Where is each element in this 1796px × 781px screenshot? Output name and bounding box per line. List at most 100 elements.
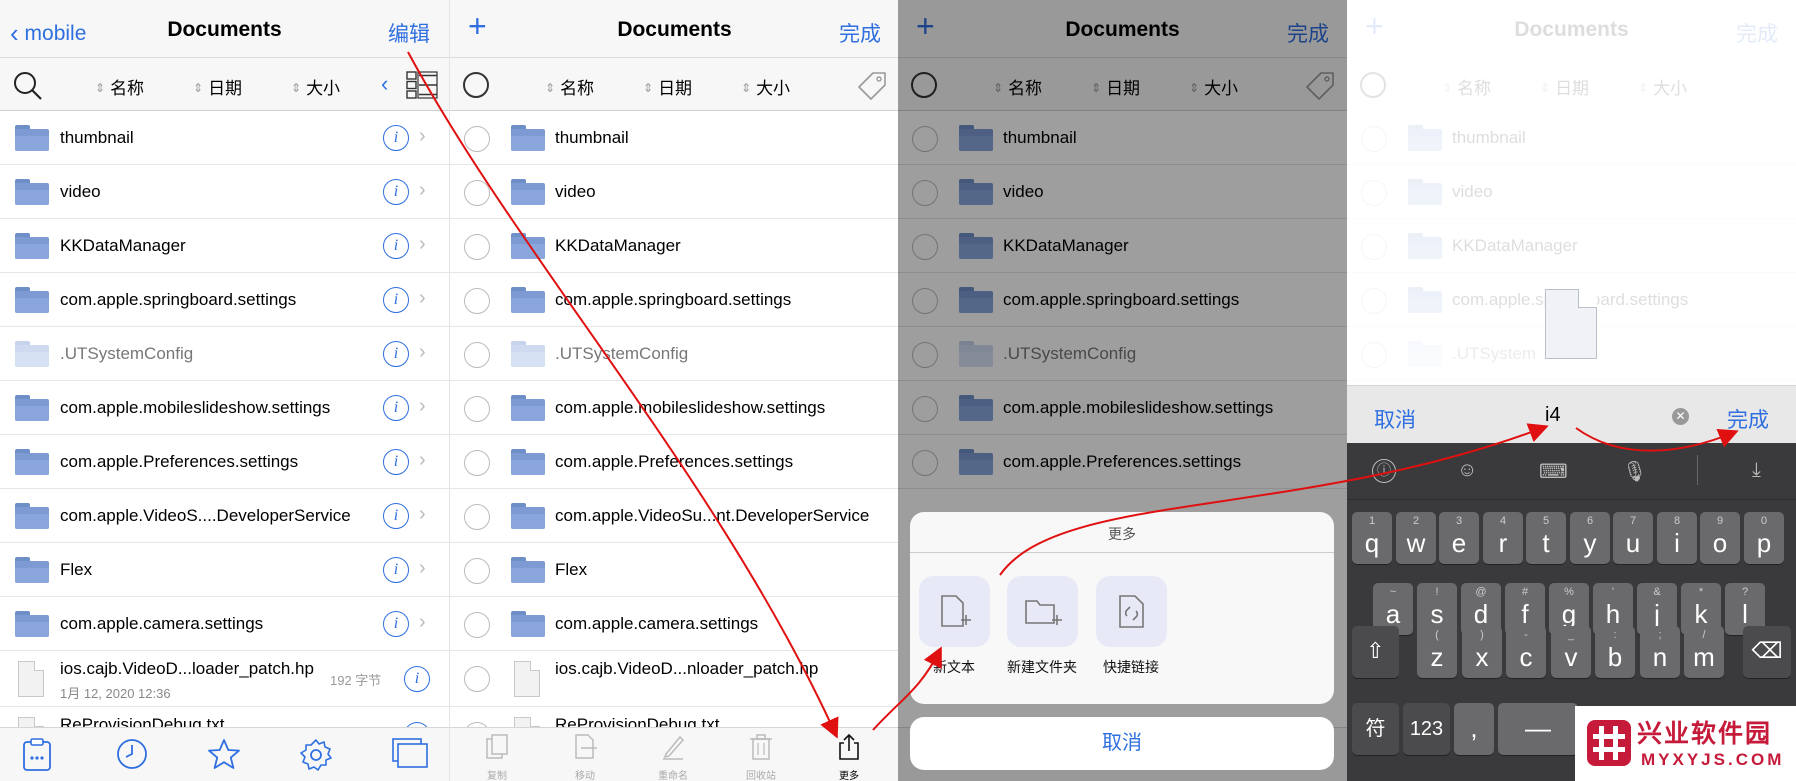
sort-date[interactable]: ⇕ 日期	[643, 74, 692, 99]
list-item[interactable]: video	[1347, 165, 1796, 219]
list-item[interactable]: Flex	[450, 543, 898, 597]
rename-button[interactable]: 重命名	[643, 734, 703, 781]
filename-input[interactable]: i4	[1545, 404, 1561, 427]
key-m[interactable]: / m	[1684, 626, 1724, 678]
list-item[interactable]: com.apple.VideoSu...nt.DeveloperService	[450, 489, 898, 543]
list-item[interactable]: com.apple.mobileslideshow.settings i ›	[0, 381, 449, 435]
hide-keyboard-icon[interactable]: ⤓	[1752, 459, 1761, 482]
edit-button[interactable]: 编辑	[388, 18, 430, 48]
key-v[interactable]: _ v	[1551, 626, 1591, 678]
list-item[interactable]: com.apple.camera.settings	[450, 597, 898, 651]
info-icon[interactable]: i	[404, 666, 430, 692]
key-y[interactable]: 6y	[1570, 512, 1610, 564]
list-item[interactable]: .UTSystemConfig i ›	[0, 327, 449, 381]
key-p[interactable]: 0p	[1744, 512, 1784, 564]
chevron-left-icon[interactable]: ‹	[381, 71, 388, 97]
key-c[interactable]: -c	[1506, 626, 1546, 678]
select-checkbox[interactable]	[1361, 180, 1387, 206]
select-checkbox[interactable]	[464, 558, 490, 584]
select-checkbox[interactable]	[1361, 288, 1387, 314]
select-checkbox[interactable]	[464, 234, 490, 260]
info-icon[interactable]: i	[383, 125, 409, 151]
windows-icon[interactable]	[392, 738, 428, 768]
list-item[interactable]: KKDataManager	[1347, 219, 1796, 273]
list-item[interactable]: .UTSystemConfig	[450, 327, 898, 381]
info-icon[interactable]: i	[383, 557, 409, 583]
copy-button[interactable]: 复制	[467, 734, 527, 781]
key-q[interactable]: 1q	[1352, 512, 1392, 564]
list-item[interactable]: video i ›	[0, 165, 449, 219]
shortcut-link-action[interactable]: 快捷链接	[1091, 576, 1171, 677]
select-checkbox[interactable]	[464, 504, 490, 530]
info-icon[interactable]: i	[383, 341, 409, 367]
key-e[interactable]: 3e	[1439, 512, 1479, 564]
keyboard-icon[interactable]: ⌨	[1539, 459, 1568, 484]
settings-gear-icon[interactable]	[299, 738, 333, 772]
select-checkbox[interactable]	[464, 126, 490, 152]
list-item[interactable]: com.apple.VideoS....DeveloperService i ›	[0, 489, 449, 543]
space-key[interactable]: ―	[1498, 703, 1578, 755]
select-checkbox[interactable]	[1361, 126, 1387, 152]
new-text-action[interactable]: 新文本	[914, 576, 994, 677]
move-button[interactable]: 移动	[555, 734, 615, 781]
key-w[interactable]: 2w	[1396, 512, 1436, 564]
list-item[interactable]: ios.cajb.VideoD...nloader_patch.hp	[450, 651, 898, 707]
key-b[interactable]: :b	[1595, 626, 1635, 678]
key-n[interactable]: ; n	[1640, 626, 1680, 678]
sort-date[interactable]: ⇕ 日期	[193, 74, 242, 99]
key-r[interactable]: 4r	[1483, 512, 1523, 564]
clear-icon[interactable]: ✕	[1672, 408, 1689, 425]
list-item[interactable]: com.apple.springboard.settings	[450, 273, 898, 327]
info-icon[interactable]: i	[383, 611, 409, 637]
list-item[interactable]: com.apple.springboard.settings i ›	[0, 273, 449, 327]
list-item[interactable]: KKDataManager	[450, 219, 898, 273]
recent-clock-icon[interactable]	[116, 738, 148, 770]
clipboard-icon[interactable]	[22, 738, 52, 772]
select-checkbox[interactable]	[1361, 342, 1387, 368]
list-item[interactable]: thumbnail i ›	[0, 111, 449, 165]
more-button[interactable]: 更多	[819, 733, 879, 781]
tag-icon[interactable]	[857, 71, 887, 101]
done-button[interactable]: 完成	[839, 18, 881, 48]
key-i[interactable]: 8i	[1657, 512, 1697, 564]
sort-name[interactable]: ⇕ 名称	[545, 74, 594, 99]
list-item[interactable]: Flex i ›	[0, 543, 449, 597]
select-checkbox[interactable]	[464, 288, 490, 314]
select-checkbox[interactable]	[464, 666, 490, 692]
new-folder-action[interactable]: 新建文件夹	[1002, 576, 1082, 677]
shift-key[interactable]: ⇧	[1352, 626, 1399, 678]
list-item[interactable]: thumbnail	[450, 111, 898, 165]
select-checkbox[interactable]	[464, 342, 490, 368]
comma-key[interactable]: ,	[1454, 703, 1494, 755]
info-icon[interactable]: i	[383, 503, 409, 529]
key-u[interactable]: 7u	[1613, 512, 1653, 564]
info-icon[interactable]: i	[383, 233, 409, 259]
sheet-cancel-button[interactable]: 取消	[910, 717, 1334, 770]
list-item[interactable]: com.apple.Preferences.settings i ›	[0, 435, 449, 489]
favorites-star-icon[interactable]	[207, 738, 241, 770]
emoji-icon[interactable]: ☺	[1457, 459, 1477, 482]
list-view-icon[interactable]	[406, 71, 438, 99]
info-icon[interactable]: i	[383, 179, 409, 205]
select-checkbox[interactable]	[464, 180, 490, 206]
key-o[interactable]: 9o	[1700, 512, 1740, 564]
ime-logo-icon[interactable]: ⓘ	[1372, 459, 1396, 483]
key-x[interactable]: ) x	[1462, 626, 1502, 678]
input-cancel-button[interactable]: 取消	[1374, 404, 1416, 434]
key-t[interactable]: 5t	[1526, 512, 1566, 564]
sort-name[interactable]: ⇕ 名称	[95, 74, 144, 99]
key-z[interactable]: (z	[1417, 626, 1457, 678]
symbol-key[interactable]: 符	[1352, 703, 1399, 755]
search-icon[interactable]	[12, 70, 44, 102]
info-icon[interactable]: i	[383, 449, 409, 475]
select-checkbox[interactable]	[464, 612, 490, 638]
select-checkbox[interactable]	[464, 396, 490, 422]
trash-button[interactable]: 回收站	[731, 734, 791, 781]
sort-size[interactable]: ⇕ 大小	[741, 74, 790, 99]
list-item[interactable]: video	[450, 165, 898, 219]
list-item[interactable]: com.apple.camera.settings i ›	[0, 597, 449, 651]
info-icon[interactable]: i	[383, 395, 409, 421]
sort-size[interactable]: ⇕ 大小	[291, 74, 340, 99]
input-done-button[interactable]: 完成	[1727, 404, 1769, 434]
microphone-icon[interactable]: 🎙	[1622, 459, 1647, 484]
